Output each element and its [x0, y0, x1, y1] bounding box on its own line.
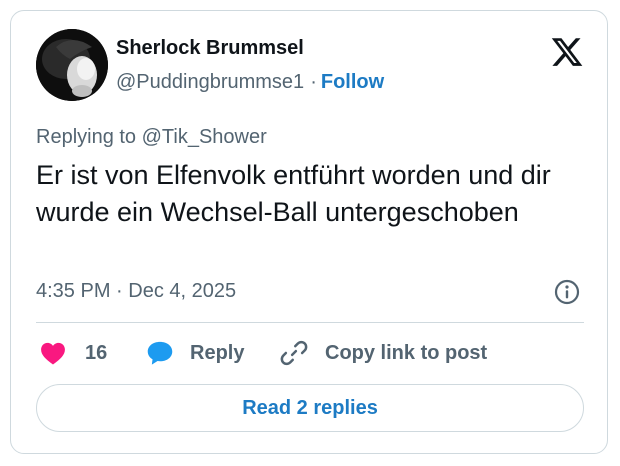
avatar-image	[36, 29, 108, 101]
read-replies-button[interactable]: Read 2 replies	[36, 384, 584, 432]
action-bar: 16 Reply Copy link to post	[36, 337, 596, 369]
info-icon[interactable]	[553, 278, 581, 306]
post-text: Er ist von Elfenvolk entführt worden und…	[36, 160, 551, 227]
embedded-post-card: Sherlock Brummsel @Puddingbrummse1 · Follo…	[10, 10, 608, 454]
author-handle-row: @Puddingbrummse1 · Follow	[116, 71, 384, 94]
reply-button[interactable]: Reply	[146, 337, 244, 369]
reply-label: Reply	[190, 341, 245, 364]
follow-button[interactable]: Follow	[321, 71, 384, 93]
divider	[36, 322, 584, 323]
copy-link-button[interactable]: Copy link to post	[279, 337, 487, 369]
post-timestamp[interactable]: 4:35 PM · Dec 4, 2025	[36, 280, 236, 303]
copy-link-label: Copy link to post	[325, 341, 488, 364]
x-logo-icon[interactable]	[550, 35, 584, 69]
heart-icon	[41, 342, 65, 365]
like-button[interactable]: 16	[40, 337, 107, 369]
like-count: 16	[85, 341, 108, 364]
replying-to-label[interactable]: Replying to @Tik_Shower	[36, 126, 267, 149]
author-handle[interactable]: @Puddingbrummse1	[116, 71, 304, 93]
separator-dot: ·	[310, 71, 317, 93]
author-name[interactable]: Sherlock Brummsel	[116, 37, 304, 60]
speech-bubble-icon	[147, 341, 173, 365]
avatar[interactable]	[36, 29, 108, 101]
link-icon	[280, 340, 308, 366]
